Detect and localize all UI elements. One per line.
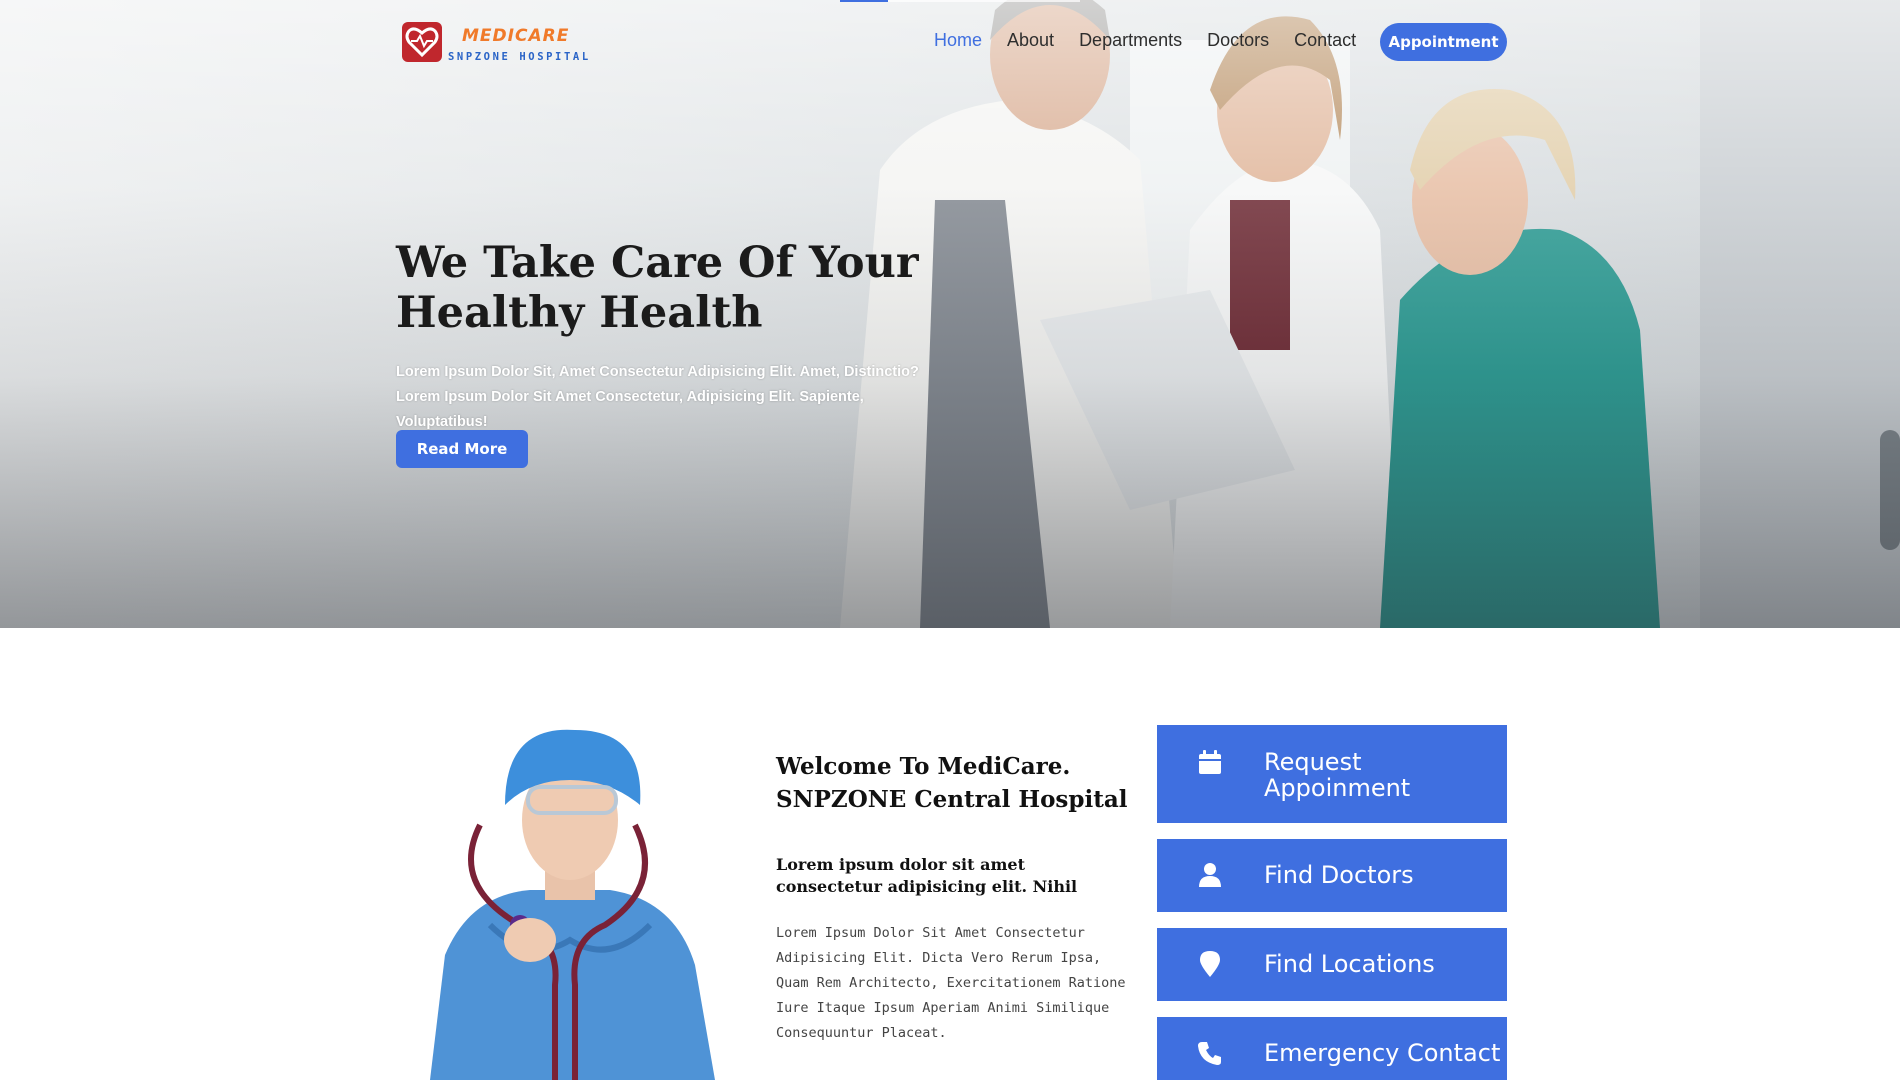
nav-home[interactable]: Home [934, 30, 982, 51]
site-logo[interactable]: MEDICARE SNPZONE HOSPITAL [402, 22, 602, 68]
slider-indicator [840, 0, 1080, 2]
request-appointment-label: Request Appoinment [1264, 748, 1411, 802]
request-appointment-card[interactable]: Request Appoinment [1157, 725, 1507, 823]
hero-description: Lorem Ipsum Dolor Sit, Amet Consectetur … [396, 364, 919, 430]
nurse-image [430, 729, 715, 1080]
nav-doctors[interactable]: Doctors [1207, 30, 1269, 51]
logo-tagline: SNPZONE HOSPITAL [448, 51, 591, 63]
read-more-button[interactable]: Read More [396, 430, 528, 468]
find-doctors-card[interactable]: Find Doctors [1157, 839, 1507, 912]
find-locations-label: Find Locations [1264, 950, 1435, 978]
nav-departments[interactable]: Departments [1079, 30, 1182, 51]
nav-contact[interactable]: Contact [1294, 30, 1356, 51]
heart-logo-icon [402, 22, 442, 62]
hero-title: We Take Care Of Your Healthy Health [396, 238, 919, 338]
find-doctors-label: Find Doctors [1264, 861, 1414, 889]
emergency-contact-label: Emergency Contact [1264, 1039, 1501, 1067]
user-icon [1195, 860, 1225, 890]
welcome-subtitle: Lorem ipsum dolor sit amet consectetur a… [776, 855, 1078, 896]
emergency-contact-card[interactable]: Emergency Contact [1157, 1017, 1507, 1080]
logo-title: MEDICARE [462, 26, 570, 46]
welcome-description: Lorem Ipsum Dolor Sit Amet Consectetur A… [776, 925, 1126, 1041]
calendar-icon [1195, 747, 1225, 777]
map-pin-icon [1195, 949, 1225, 979]
main-navigation: Home About Departments Doctors Contact [934, 30, 1381, 51]
nav-about[interactable]: About [1007, 30, 1054, 51]
phone-icon [1195, 1038, 1225, 1068]
welcome-title: Welcome To MediCare. SNPZONE Central Hos… [776, 753, 1128, 813]
find-locations-card[interactable]: Find Locations [1157, 928, 1507, 1001]
appointment-button[interactable]: Appointment [1380, 23, 1507, 61]
